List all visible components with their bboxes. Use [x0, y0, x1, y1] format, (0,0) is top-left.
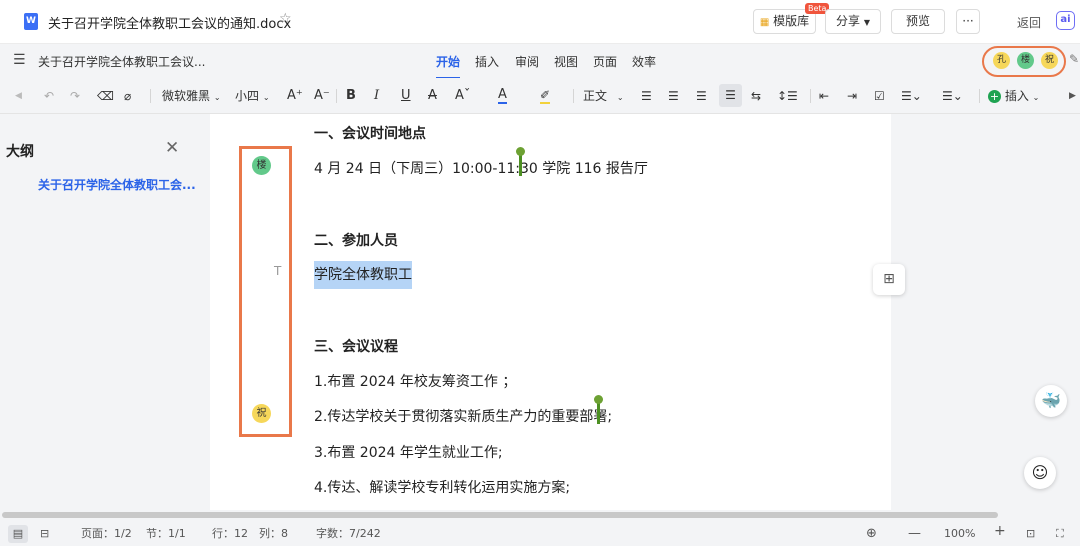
document-title[interactable]: 关于召开学院全体教职工会议的通知.docx	[48, 13, 291, 32]
assistant-bot-icon[interactable]: 🐳	[1035, 385, 1067, 417]
formatting-toolbar: ◀ ↶ ↷ ⌫ ⌀ 微软雅黑 ⌄ 小四 ⌄ A⁺ A⁻ B I U A Aˇ A…	[0, 78, 1080, 114]
scrollbar-thumb[interactable]	[2, 512, 998, 518]
tab-start[interactable]: 开始	[436, 53, 461, 79]
divider	[336, 89, 337, 103]
highlight-icon[interactable]: ✐	[540, 88, 551, 104]
chevron-down-icon: ⌄	[213, 93, 221, 102]
collaborator-cursor	[594, 395, 603, 424]
section-heading: 二、参加人员	[314, 233, 398, 249]
agenda-item: 2.传达学校关于贯彻落实新质生产力的重要部署;	[314, 409, 613, 425]
outline-item[interactable]: 关于召开学院全体教职工会...	[38, 176, 196, 193]
strikethrough-icon[interactable]: A	[428, 88, 437, 104]
scroll-left-icon[interactable]: ◀	[15, 88, 22, 104]
gutter-highlight-box	[239, 146, 292, 437]
collaborators-highlight	[982, 46, 1066, 77]
underline-icon[interactable]: U	[401, 88, 411, 104]
font-size-select[interactable]: 小四 ⌄	[235, 88, 270, 106]
scroll-right-icon[interactable]: ▶	[1069, 88, 1076, 104]
increase-indent-icon[interactable]: ⇥	[847, 88, 857, 104]
web-view-icon[interactable]: ⊟	[40, 527, 49, 540]
align-center-icon[interactable]: ☰	[668, 88, 679, 104]
page-view-icon[interactable]: ▤	[8, 525, 28, 543]
row-number: 行：12	[212, 527, 248, 540]
fit-width-icon[interactable]: ⊡	[1026, 527, 1035, 540]
tab-view[interactable]: 视图	[554, 53, 578, 70]
redo-icon[interactable]: ↷	[70, 88, 80, 104]
font-color-icon[interactable]: A	[498, 88, 507, 104]
zoom-in-icon[interactable]: +	[994, 524, 1006, 538]
star-icon[interactable]: ☆	[279, 11, 292, 27]
tab-page[interactable]: 页面	[593, 53, 617, 70]
agenda-item: 4.传达、解读学校专利转化运用实施方案;	[314, 480, 571, 496]
checkbox-icon[interactable]: ☑	[874, 88, 885, 104]
decrease-indent-icon[interactable]: ⇤	[819, 88, 829, 104]
increase-font-icon[interactable]: A⁺	[287, 88, 303, 104]
divider	[573, 89, 574, 103]
collaborator-cursor	[516, 147, 525, 176]
bold-icon[interactable]: B	[346, 88, 356, 104]
line-spacing-icon[interactable]: ↕☰	[777, 88, 798, 104]
add-comment-icon[interactable]: ⊞	[873, 264, 905, 295]
chevron-down-icon: ⌄	[1032, 93, 1040, 102]
chevron-down-icon: ⌄	[262, 93, 270, 102]
globe-icon[interactable]: ⊕	[866, 527, 877, 540]
paragraph: 4 月 24 日（下周三）10:00-11:30 学院 116 报告厅	[314, 161, 648, 177]
chevron-down-icon: ⌄	[616, 93, 624, 102]
divider	[810, 89, 811, 103]
edit-pen-icon[interactable]: ✎	[1069, 52, 1079, 66]
section-heading: 三、会议议程	[314, 339, 398, 355]
horizontal-scrollbar[interactable]	[0, 510, 1080, 520]
divider	[150, 89, 151, 103]
fullscreen-icon[interactable]: ⛶	[1056, 527, 1064, 540]
divider	[979, 89, 980, 103]
justify-icon[interactable]: ☰	[719, 84, 742, 107]
zoom-out-icon[interactable]: —	[908, 527, 921, 540]
italic-icon[interactable]: I	[374, 88, 379, 104]
help-bot-icon[interactable]: ☺	[1024, 457, 1056, 489]
distributed-align-icon[interactable]: ⇆	[751, 88, 761, 104]
hamburger-menu-icon[interactable]: ☰	[13, 52, 26, 68]
short-doc-title: 关于召开学院全体教职工会议...	[38, 55, 206, 69]
column-number: 列：8	[259, 527, 288, 540]
paragraph-style-select[interactable]: 正文 ⌄	[583, 88, 624, 106]
paragraph: 学院全体教职工	[314, 261, 412, 289]
numbered-list-icon[interactable]: ☰⌄	[942, 88, 963, 104]
more-button[interactable]: ···	[956, 9, 980, 34]
word-doc-icon: W	[24, 13, 38, 30]
agenda-item: 3.布置 2024 年学生就业工作;	[314, 445, 503, 461]
page-count: 页面：1/2	[81, 527, 132, 540]
preview-button[interactable]: 预览	[891, 9, 945, 34]
plus-circle-icon: +	[988, 90, 1001, 103]
status-bar: ▤ ⊟ 页面：1/2 节：1/1 行：12 列：8 字数：7/242 ⊕ — 1…	[0, 520, 1080, 546]
insert-button[interactable]: + 插入 ⌄	[988, 88, 1039, 106]
tab-efficiency[interactable]: 效率	[632, 53, 656, 70]
selected-text: 学院全体教职工	[314, 261, 412, 289]
zoom-level[interactable]: 100%	[944, 527, 975, 540]
undo-icon[interactable]: ↶	[44, 88, 54, 104]
caret-down-icon: ▼	[863, 18, 870, 27]
font-family-select[interactable]: 微软雅黑 ⌄	[162, 88, 221, 106]
grid-icon: ▦	[759, 17, 770, 28]
menu-bar: ☰ 关于召开学院全体教职工会议... 开始 插入 审阅 视图 页面 效率 孔 楼…	[0, 44, 1080, 79]
word-count[interactable]: 字数：7/242	[316, 527, 381, 540]
format-painter-icon[interactable]: ⌫	[97, 88, 114, 104]
agenda-item: 1.布置 2024 年校友筹资工作 ；	[314, 374, 517, 390]
decrease-font-icon[interactable]: A⁻	[314, 88, 330, 104]
tab-review[interactable]: 审阅	[515, 53, 539, 70]
ai-assistant-icon[interactable]: ai	[1056, 11, 1075, 30]
outline-panel: 大纲 ✕ 关于召开学院全体教职工会...	[0, 114, 210, 510]
outline-heading: 大纲	[6, 144, 34, 160]
clear-format-icon[interactable]: ⌀	[124, 88, 131, 104]
align-right-icon[interactable]: ☰	[696, 88, 707, 104]
close-icon[interactable]: ✕	[165, 138, 179, 158]
back-button[interactable]: 返回	[1017, 14, 1041, 31]
bullet-list-icon[interactable]: ☰⌄	[901, 88, 922, 104]
align-left-icon[interactable]: ☰	[641, 88, 652, 104]
section-count: 节：1/1	[146, 527, 186, 540]
title-bar: W 关于召开学院全体教职工会议的通知.docx ☆ ▦ 模版库 Beta 分享 …	[0, 0, 1080, 44]
text-effect-icon[interactable]: Aˇ	[455, 88, 470, 104]
tab-insert[interactable]: 插入	[475, 53, 499, 70]
share-button[interactable]: 分享 ▼	[825, 9, 881, 34]
section-heading: 一、会议时间地点	[314, 126, 426, 142]
